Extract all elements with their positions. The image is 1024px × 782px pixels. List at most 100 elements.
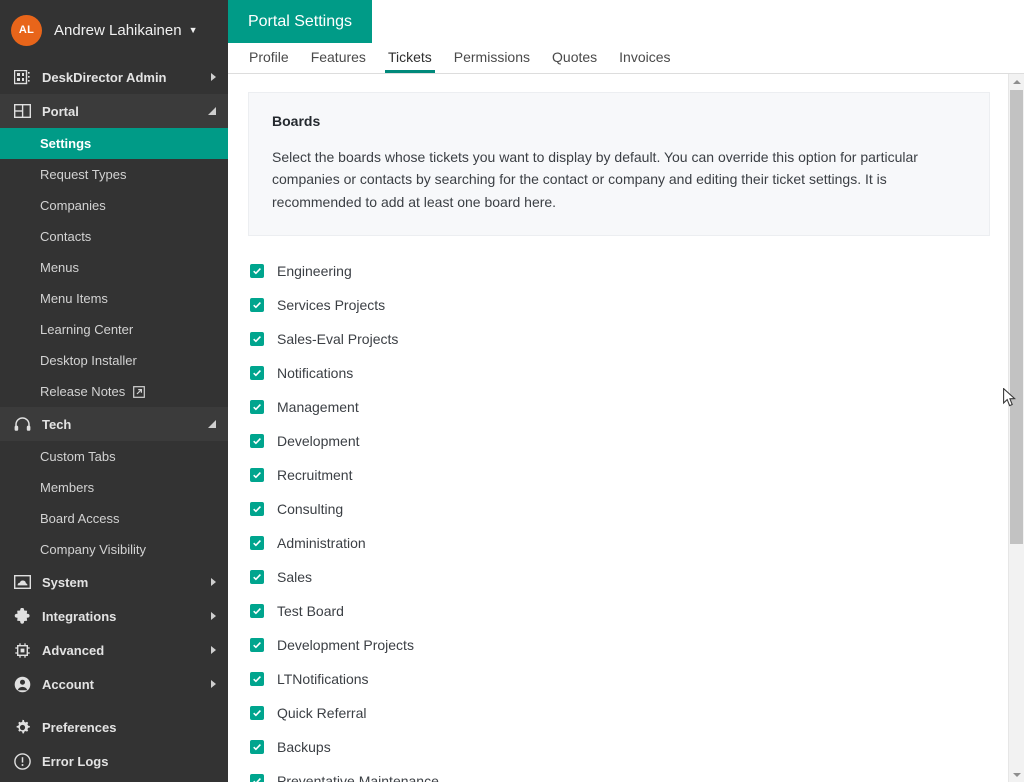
user-circle-icon bbox=[12, 674, 32, 694]
sidebar-item-request-types[interactable]: Request Types bbox=[0, 159, 228, 190]
sidebar-item-learning-center[interactable]: Learning Center bbox=[0, 314, 228, 345]
avatar: AL bbox=[11, 14, 42, 46]
card-title: Boards bbox=[272, 113, 321, 129]
user-menu[interactable]: AL Andrew Lahikainen ▼ bbox=[0, 0, 228, 60]
sidebar-group-label: DeskDirector Admin bbox=[42, 69, 167, 85]
checkbox-checked-icon[interactable] bbox=[250, 604, 264, 619]
sidebar-group-advanced[interactable]: Advanced bbox=[0, 633, 228, 667]
sidebar-group-deskdirector-admin[interactable]: DeskDirector Admin bbox=[0, 60, 228, 94]
board-label: Preventative Maintenance bbox=[277, 773, 439, 782]
boards-info-card: Boards Select the boards whose tickets y… bbox=[248, 92, 990, 237]
sidebar-group-label: Account bbox=[42, 676, 94, 692]
board-row[interactable]: LTNotifications bbox=[250, 662, 1008, 696]
board-row[interactable]: Notifications bbox=[250, 356, 1008, 390]
scrollbar-thumb[interactable] bbox=[1010, 90, 1023, 544]
sidebar-item-contacts[interactable]: Contacts bbox=[0, 221, 228, 252]
sidebar-item-menus[interactable]: Menus bbox=[0, 252, 228, 283]
portal-icon bbox=[12, 101, 32, 121]
checkbox-checked-icon[interactable] bbox=[250, 400, 264, 415]
boards-checkbox-list: Engineering Services Projects Sales-Eval… bbox=[228, 236, 1008, 782]
checkbox-checked-icon[interactable] bbox=[250, 638, 264, 653]
checkbox-checked-icon[interactable] bbox=[250, 264, 264, 279]
chevron-down-icon[interactable]: ▼ bbox=[189, 25, 198, 35]
scroll-up-button[interactable] bbox=[1009, 74, 1024, 89]
checkbox-checked-icon[interactable] bbox=[250, 570, 264, 585]
sidebar-item-release-notes[interactable]: Release Notes bbox=[0, 376, 228, 407]
board-label: Sales bbox=[277, 569, 313, 586]
board-row[interactable]: Sales-Eval Projects bbox=[250, 322, 1008, 356]
sidebar-group-tech[interactable]: Tech bbox=[0, 407, 228, 441]
sidebar-item-preferences[interactable]: Preferences bbox=[0, 710, 228, 744]
board-row[interactable]: Preventative Maintenance bbox=[250, 764, 1008, 782]
system-icon bbox=[12, 572, 32, 592]
board-label: Development Projects bbox=[277, 637, 414, 654]
tab-bar: Profile Features Tickets Permissions Quo… bbox=[228, 43, 1024, 74]
checkbox-checked-icon[interactable] bbox=[250, 298, 264, 313]
sidebar-item-desktop-installer[interactable]: Desktop Installer bbox=[0, 345, 228, 376]
sidebar-group-portal[interactable]: Portal bbox=[0, 94, 228, 128]
board-row[interactable]: Consulting bbox=[250, 492, 1008, 526]
sidebar-group-integrations[interactable]: Integrations bbox=[0, 599, 228, 633]
sidebar-item-label: Error Logs bbox=[42, 753, 109, 769]
checkbox-checked-icon[interactable] bbox=[250, 332, 264, 347]
board-row[interactable]: Development bbox=[250, 424, 1008, 458]
sidebar-item-label: Settings bbox=[40, 136, 92, 151]
board-label: Services Projects bbox=[277, 297, 386, 314]
tab-permissions[interactable]: Permissions bbox=[443, 43, 541, 73]
sidebar-group-label: Portal bbox=[42, 103, 79, 119]
sidebar-item-error-logs[interactable]: Error Logs bbox=[0, 744, 228, 778]
checkbox-checked-icon[interactable] bbox=[250, 468, 264, 483]
checkbox-checked-icon[interactable] bbox=[250, 706, 264, 721]
board-row[interactable]: Recruitment bbox=[250, 458, 1008, 492]
sidebar-item-settings[interactable]: Settings bbox=[0, 128, 228, 159]
sidebar-item-menu-items[interactable]: Menu Items bbox=[0, 283, 228, 314]
sidebar: AL Andrew Lahikainen ▼ DeskDirector Admi… bbox=[0, 0, 228, 782]
board-row[interactable]: Administration bbox=[250, 526, 1008, 560]
checkbox-checked-icon[interactable] bbox=[250, 740, 264, 755]
board-label: Test Board bbox=[277, 603, 344, 620]
tab-invoices[interactable]: Invoices bbox=[608, 43, 681, 73]
checkbox-checked-icon[interactable] bbox=[250, 672, 264, 687]
board-label: Backups bbox=[277, 739, 331, 756]
board-row[interactable]: Quick Referral bbox=[250, 696, 1008, 730]
sidebar-item-board-access[interactable]: Board Access bbox=[0, 503, 228, 534]
sidebar-item-company-visibility[interactable]: Company Visibility bbox=[0, 534, 228, 565]
tab-label: Features bbox=[310, 49, 366, 65]
board-row[interactable]: Test Board bbox=[250, 594, 1008, 628]
sidebar-group-label: Advanced bbox=[42, 642, 105, 658]
chevron-up-icon bbox=[208, 107, 216, 115]
board-row[interactable]: Engineering bbox=[250, 254, 1008, 288]
checkbox-checked-icon[interactable] bbox=[250, 434, 264, 449]
board-row[interactable]: Management bbox=[250, 390, 1008, 424]
sidebar-item-custom-tabs[interactable]: Custom Tabs bbox=[0, 441, 228, 472]
tab-features[interactable]: Features bbox=[300, 43, 377, 73]
board-row[interactable]: Backups bbox=[250, 730, 1008, 764]
tab-quotes[interactable]: Quotes bbox=[541, 43, 608, 73]
board-row[interactable]: Sales bbox=[250, 560, 1008, 594]
main-panel: Portal Settings Profile Features Tickets… bbox=[228, 0, 1024, 782]
sidebar-item-label: Members bbox=[40, 480, 95, 495]
board-label: Notifications bbox=[277, 365, 354, 382]
checkbox-checked-icon[interactable] bbox=[250, 502, 264, 517]
tab-tickets[interactable]: Tickets bbox=[377, 43, 443, 73]
sidebar-item-members[interactable]: Members bbox=[0, 472, 228, 503]
sidebar-item-companies[interactable]: Companies bbox=[0, 190, 228, 221]
sidebar-group-system[interactable]: System bbox=[0, 565, 228, 599]
caret-down-icon bbox=[1012, 772, 1021, 777]
gear-icon bbox=[12, 717, 32, 737]
sidebar-group-account[interactable]: Account bbox=[0, 667, 228, 701]
sidebar-item-label: Desktop Installer bbox=[40, 353, 137, 368]
tab-profile[interactable]: Profile bbox=[238, 43, 300, 73]
board-row[interactable]: Services Projects bbox=[250, 288, 1008, 322]
scroll-down-button[interactable] bbox=[1009, 767, 1024, 782]
checkbox-checked-icon[interactable] bbox=[250, 536, 264, 551]
checkbox-checked-icon[interactable] bbox=[250, 774, 264, 782]
app-root: AL Andrew Lahikainen ▼ DeskDirector Admi… bbox=[0, 0, 1024, 782]
chevron-right-icon bbox=[211, 578, 216, 586]
vertical-scrollbar[interactable] bbox=[1008, 74, 1024, 782]
board-row[interactable]: Development Projects bbox=[250, 628, 1008, 662]
chevron-right-icon bbox=[211, 646, 216, 654]
dashboard-icon bbox=[12, 67, 32, 87]
checkbox-checked-icon[interactable] bbox=[250, 366, 264, 381]
